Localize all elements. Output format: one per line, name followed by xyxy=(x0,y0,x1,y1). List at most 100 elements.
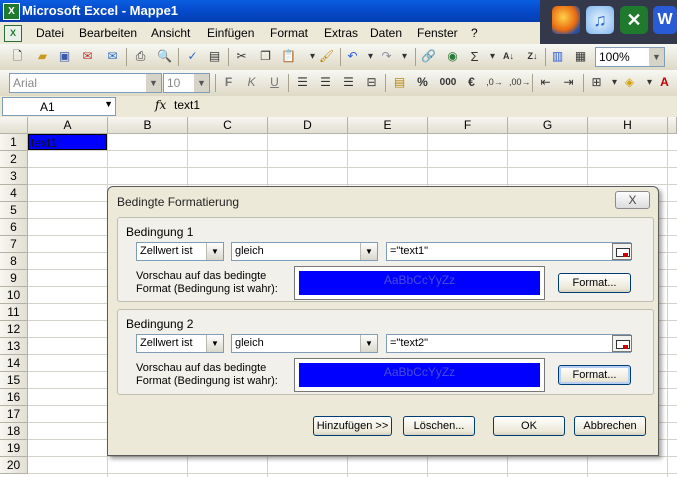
chart-wizard-icon[interactable]: ▥ xyxy=(549,48,566,65)
font-size-combo[interactable]: 10 ▼ xyxy=(163,73,210,93)
fx-icon[interactable]: fx xyxy=(155,98,166,112)
research-icon[interactable]: ▤ xyxy=(206,48,223,65)
bold-button[interactable]: F xyxy=(220,74,237,91)
condition-1-operator-select[interactable]: gleich ▼ xyxy=(231,242,378,261)
row-header[interactable]: 9 xyxy=(0,270,28,287)
redo-dropdown-icon[interactable]: ▾ xyxy=(396,48,413,65)
email-icon[interactable]: ✉ xyxy=(104,48,121,65)
redo-icon[interactable]: ↷ xyxy=(378,48,395,65)
cancel-button[interactable]: Abbrechen xyxy=(574,416,646,436)
row-header[interactable]: 7 xyxy=(0,236,28,253)
row-header[interactable]: 18 xyxy=(0,423,28,440)
zoom-combo[interactable]: 100% ▼ xyxy=(595,47,665,67)
condition-1-type-select[interactable]: Zellwert ist ▼ xyxy=(136,242,224,261)
workbook-icon[interactable]: X xyxy=(4,25,22,42)
column-header-e[interactable]: E xyxy=(348,117,428,134)
increase-indent-icon[interactable]: ⇥ xyxy=(560,74,577,91)
chevron-down-icon[interactable]: ▼ xyxy=(146,74,161,92)
autosum-icon[interactable]: Σ xyxy=(466,48,483,65)
chevron-down-icon[interactable]: ▼ xyxy=(104,99,113,109)
font-color-icon[interactable]: A xyxy=(656,74,673,91)
align-center-icon[interactable]: ☰ xyxy=(317,74,334,91)
firefox-icon[interactable] xyxy=(552,6,580,34)
undo-icon[interactable]: ↶ xyxy=(344,48,361,65)
merge-center-icon[interactable]: ⊟ xyxy=(363,74,380,91)
currency-icon[interactable]: ▤ xyxy=(391,74,408,91)
row-header[interactable]: 19 xyxy=(0,440,28,457)
thousands-button[interactable]: 000 xyxy=(437,74,459,91)
condition-2-type-select[interactable]: Zellwert ist ▼ xyxy=(136,334,224,353)
font-name-combo[interactable]: Arial ▼ xyxy=(9,73,162,93)
spelling-icon[interactable]: ✓ xyxy=(184,48,201,65)
globe-icon[interactable]: ◉ xyxy=(444,48,461,65)
chevron-down-icon[interactable]: ▼ xyxy=(194,74,209,92)
row-header[interactable]: 2 xyxy=(0,151,28,168)
row-header[interactable]: 12 xyxy=(0,321,28,338)
select-all-corner[interactable] xyxy=(0,117,28,134)
ok-button[interactable]: OK xyxy=(493,416,565,436)
menu-daten[interactable]: Daten xyxy=(370,26,402,40)
delete-button[interactable]: Löschen... xyxy=(403,416,475,436)
drawing-icon[interactable]: ▦ xyxy=(572,48,589,65)
chevron-down-icon[interactable]: ▼ xyxy=(360,243,377,260)
range-picker-icon[interactable] xyxy=(612,335,632,352)
menu-help[interactable]: ? xyxy=(471,26,478,40)
cut-icon[interactable]: ✂ xyxy=(233,48,250,65)
row-header[interactable]: 1 xyxy=(0,134,28,151)
underline-button[interactable]: U xyxy=(266,74,283,91)
sort-desc-icon[interactable]: Z↓ xyxy=(524,48,541,65)
open-icon[interactable]: ▰ xyxy=(34,48,51,65)
italic-button[interactable]: K xyxy=(243,74,260,91)
copy-icon[interactable]: ❐ xyxy=(257,48,274,65)
range-picker-icon[interactable] xyxy=(612,243,632,260)
row-header[interactable]: 20 xyxy=(0,457,28,474)
row-header[interactable]: 4 xyxy=(0,185,28,202)
row-header[interactable]: 14 xyxy=(0,355,28,372)
row-header[interactable]: 16 xyxy=(0,389,28,406)
row-header[interactable]: 6 xyxy=(0,219,28,236)
excel-icon[interactable]: ✕ xyxy=(620,6,648,34)
row-header[interactable]: 3 xyxy=(0,168,28,185)
menu-datei[interactable]: Datei xyxy=(36,26,64,40)
permission-icon[interactable]: ✉ xyxy=(79,48,96,65)
fill-color-icon[interactable]: ◈ xyxy=(621,74,638,91)
chevron-down-icon[interactable]: ▼ xyxy=(206,335,223,352)
menu-ansicht[interactable]: Ansicht xyxy=(151,26,190,40)
name-box[interactable]: A1 ▼ xyxy=(2,97,116,116)
chevron-down-icon[interactable]: ▼ xyxy=(649,48,664,66)
chevron-down-icon[interactable]: ▼ xyxy=(360,335,377,352)
row-header[interactable]: 17 xyxy=(0,406,28,423)
autosum-dropdown-icon[interactable]: ▾ xyxy=(484,48,501,65)
condition-2-operator-select[interactable]: gleich ▼ xyxy=(231,334,378,353)
decrease-decimal-icon[interactable]: ,00→ xyxy=(509,74,531,91)
menu-format[interactable]: Format xyxy=(270,26,308,40)
condition-1-format-button[interactable]: Format... xyxy=(558,273,631,293)
new-icon[interactable]: 🗋 xyxy=(9,48,26,65)
condition-1-value-input[interactable]: ="text1" xyxy=(386,242,631,261)
condition-2-value-input[interactable]: ="text2" xyxy=(386,334,631,353)
column-header-f[interactable]: F xyxy=(428,117,508,134)
row-header[interactable]: 11 xyxy=(0,304,28,321)
word-icon[interactable]: W xyxy=(653,6,677,34)
row-header[interactable]: 8 xyxy=(0,253,28,270)
condition-2-format-button[interactable]: Format... xyxy=(558,365,631,385)
undo-dropdown-icon[interactable]: ▾ xyxy=(362,48,379,65)
align-left-icon[interactable]: ☰ xyxy=(294,74,311,91)
itunes-icon[interactable]: ♫ xyxy=(586,6,614,34)
align-right-icon[interactable]: ☰ xyxy=(340,74,357,91)
column-header-h[interactable]: H xyxy=(588,117,668,134)
column-header-b[interactable]: B xyxy=(108,117,188,134)
cell-a1[interactable]: text1 xyxy=(28,134,107,150)
chevron-down-icon[interactable]: ▼ xyxy=(206,243,223,260)
print-icon[interactable]: ⎙ xyxy=(132,48,149,65)
menu-extras[interactable]: Extras xyxy=(324,26,358,40)
increase-decimal-icon[interactable]: ,0→ xyxy=(486,74,503,91)
add-condition-button[interactable]: Hinzufügen >> xyxy=(313,416,392,436)
close-button[interactable]: X xyxy=(615,191,650,209)
row-header[interactable]: 15 xyxy=(0,372,28,389)
row-header[interactable]: 10 xyxy=(0,287,28,304)
paste-icon[interactable]: 📋 xyxy=(280,48,297,65)
menu-fenster[interactable]: Fenster xyxy=(417,26,458,40)
percent-button[interactable]: % xyxy=(414,74,431,91)
column-header-d[interactable]: D xyxy=(268,117,348,134)
